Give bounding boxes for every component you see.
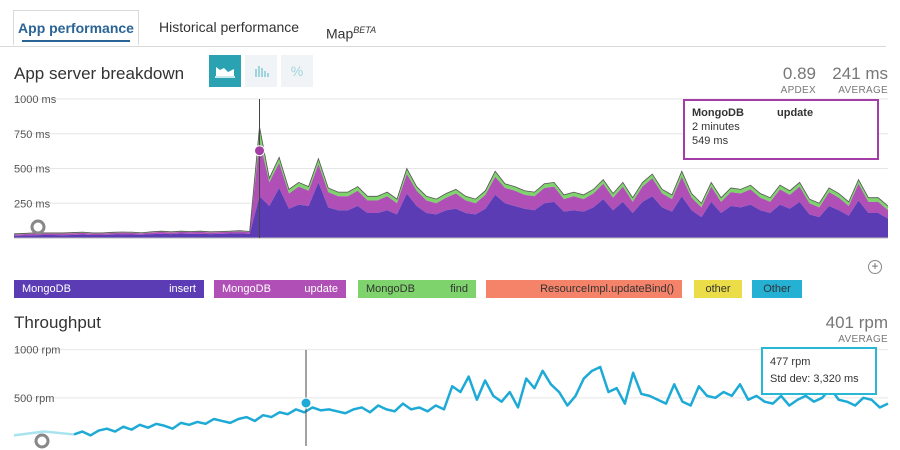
legend-mongodb-find[interactable]: MongoDB find [358,280,476,298]
throughput-tooltip: 477 rpm Std dev: 3,320 ms [761,347,877,395]
bar-chart-icon [255,66,269,77]
breakdown-title: App server breakdown [14,64,185,83]
y-axis-label: 500 ms [14,164,51,176]
tab-map[interactable]: MapBETA [326,13,376,49]
legend-other-upper[interactable]: Other [752,280,802,298]
y-axis-label: 1000 rpm [14,345,60,357]
legend-operation: other [705,283,731,295]
legend-mongodb-insert[interactable]: MongoDB insert [14,280,204,298]
legend-name: MongoDB [222,283,271,295]
tab-map-label: Map [326,25,354,42]
percent-icon: % [290,63,304,79]
throughput-average-value: 401 rpm [825,313,888,332]
expand-plus-icon[interactable]: + [868,260,882,274]
legend-operation: insert [169,283,196,295]
tooltip-value: 549 ms [692,135,729,147]
apdex-value: 0.89 [782,64,816,83]
tab-app-performance[interactable]: App performance [13,10,139,46]
tab-historical-performance[interactable]: Historical performance [159,10,299,46]
legend-operation: ResourceImpl.updateBind() [540,283,674,295]
area-view-button[interactable] [209,55,241,87]
percent-view-button[interactable]: % [281,55,313,87]
legend-operation: Other [763,283,791,295]
y-axis-label: 750 ms [14,129,51,141]
legend-other-lower[interactable]: other [694,280,742,298]
tab-bar-divider [0,46,886,47]
legend-operation: update [304,283,338,295]
breakdown-tooltip: MongoDB update 2 minutes 549 ms [683,99,879,160]
tooltip-rpm: 477 rpm [770,356,811,368]
area-chart-icon [215,67,235,78]
hover-point [254,145,266,157]
y-axis-label: 1000 ms [14,94,57,106]
legend-operation: find [450,283,468,295]
tab-bar: App performance Historical performance M… [0,0,900,47]
beta-badge: BETA [353,25,377,35]
scrub-handle-icon [34,433,50,449]
y-axis-label: 500 rpm [14,393,54,405]
legend-mongodb-update[interactable]: MongoDB update [214,280,346,298]
hover-point [300,397,312,409]
tooltip-time: 2 minutes [692,121,740,133]
tooltip-series-operation: update [777,107,814,119]
average-response-value: 241 ms [832,64,888,83]
tooltip-std-dev: Std dev: 3,320 ms [770,373,859,385]
legend-name: MongoDB [22,283,71,295]
y-axis-label: 250 ms [14,198,51,210]
scrub-handle-icon [30,219,46,235]
legend-name: MongoDB [366,283,415,295]
bar-view-button[interactable] [245,55,277,87]
throughput-title: Throughput [14,313,101,332]
tooltip-series-name: MongoDB [692,107,744,119]
legend-resourceimpl[interactable]: ResourceImpl.updateBind() [486,280,682,298]
